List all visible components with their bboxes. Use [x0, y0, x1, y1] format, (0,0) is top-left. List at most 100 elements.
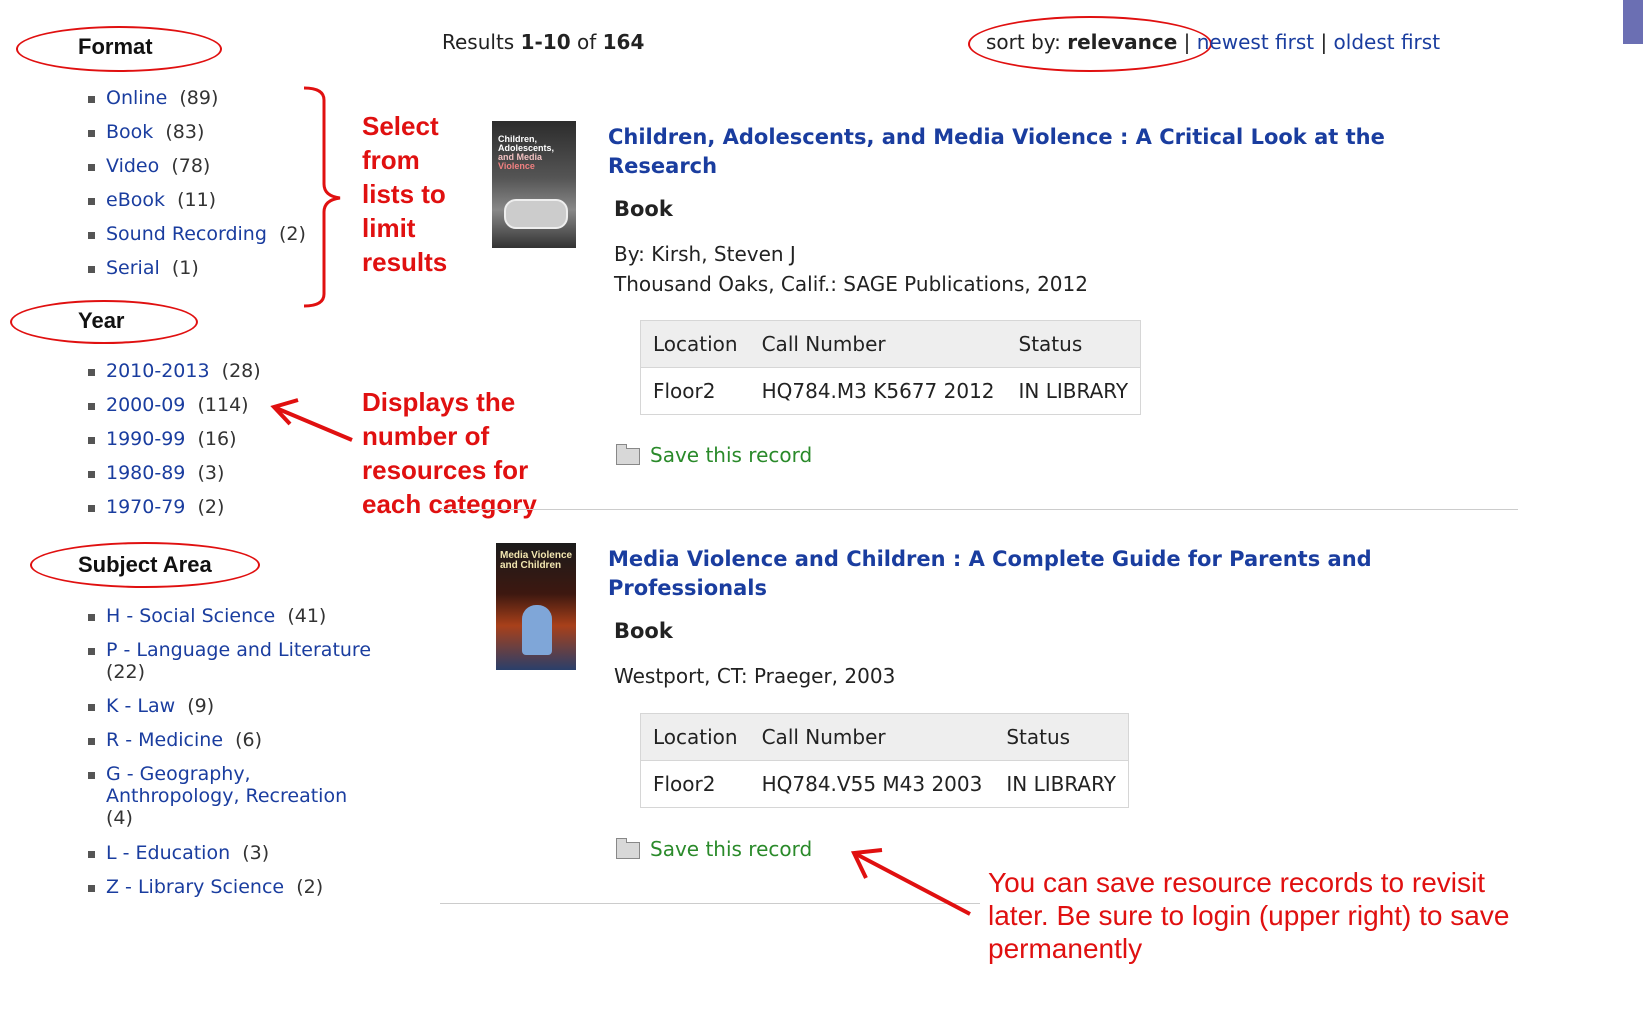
- facet-link[interactable]: 1970-79: [106, 496, 185, 518]
- facet-count: (11): [177, 189, 217, 211]
- facet-count: (2): [197, 496, 225, 518]
- title-line[interactable]: Research: [608, 152, 1385, 181]
- annotation-bracket: [303, 86, 341, 308]
- facet-link[interactable]: Book: [106, 121, 153, 143]
- sort-newest-link[interactable]: newest first: [1197, 30, 1314, 54]
- status-cell: IN LIBRARY: [1018, 379, 1129, 403]
- facet-heading-format: Format: [78, 34, 153, 59]
- title-line[interactable]: Professionals: [608, 574, 1372, 603]
- facet-item[interactable]: Sound Recording (2): [84, 223, 306, 257]
- facet-item[interactable]: K - Law (9): [84, 695, 384, 729]
- title-line[interactable]: Media Violence and Children : A Complete…: [608, 545, 1372, 574]
- facet-item[interactable]: L - Education (3): [84, 842, 384, 876]
- facet-link[interactable]: L - Education: [106, 842, 230, 864]
- sort-oldest-link[interactable]: oldest first: [1334, 30, 1441, 54]
- column-header: Location: [640, 320, 750, 368]
- annotation-save-note: You can save resource records to revisit…: [988, 866, 1509, 965]
- annotation-arrow-save: [850, 848, 971, 916]
- divider: [440, 509, 1518, 510]
- save-record-button[interactable]: Save this record: [616, 443, 812, 467]
- facet-count: (6): [235, 729, 263, 751]
- call-number-cell: HQ784.V55 M43 2003: [761, 772, 983, 796]
- facet-count: (3): [242, 842, 270, 864]
- facet-item[interactable]: 1970-79 (2): [84, 496, 261, 530]
- record-author: By: Kirsh, Steven J: [614, 242, 796, 266]
- facet-count: (1): [171, 257, 199, 279]
- annotation-line: number of: [362, 421, 490, 451]
- facet-link[interactable]: 2000-09: [106, 394, 185, 416]
- holdings-header-row: Location Call Number Status: [640, 713, 1129, 761]
- record-meta: Westport, CT: Praeger, 2003: [614, 661, 895, 691]
- sort-separator: |: [1177, 30, 1197, 54]
- cover-title: Media Violence and Children: [500, 551, 572, 571]
- facet-count: (3): [197, 462, 225, 484]
- record-publisher: Westport, CT: Praeger, 2003: [614, 664, 896, 688]
- save-record-label[interactable]: Save this record: [650, 837, 812, 861]
- facet-item[interactable]: H - Social Science (41): [84, 605, 384, 639]
- book-cover[interactable]: Media Violence and Children: [496, 543, 576, 670]
- facet-list-year: 2010-2013 (28) 2000-09 (114) 1990-99 (16…: [84, 360, 261, 530]
- facet-item[interactable]: 2000-09 (114): [84, 394, 261, 428]
- column-header: Call Number: [749, 320, 1007, 368]
- results-count: Results 1-10 of 164: [442, 30, 644, 54]
- location-cell: Floor2: [653, 772, 716, 796]
- facet-item[interactable]: 1990-99 (16): [84, 428, 261, 462]
- facet-count: (114): [197, 394, 249, 416]
- table-row: Floor2 HQ784.M3 K5677 2012 IN LIBRARY: [641, 368, 1141, 415]
- record-title-link[interactable]: Children, Adolescents, and Media Violenc…: [608, 123, 1385, 181]
- facet-link[interactable]: Z - Library Science: [106, 876, 284, 898]
- facet-count: (28): [221, 360, 261, 382]
- facet-item[interactable]: eBook (11): [84, 189, 306, 223]
- facet-link[interactable]: H - Social Science: [106, 605, 275, 627]
- cover-line: and Children: [500, 560, 562, 571]
- facet-link[interactable]: eBook: [106, 189, 165, 211]
- facet-count: (9): [187, 695, 215, 717]
- facet-link[interactable]: P - Language and Literature: [106, 639, 371, 661]
- facet-item[interactable]: 1980-89 (3): [84, 462, 261, 496]
- annotation-line: lists to: [362, 179, 446, 209]
- facet-item[interactable]: Book (83): [84, 121, 306, 155]
- facet-count: (41): [287, 605, 327, 627]
- facet-count: (4): [106, 807, 133, 829]
- facet-item[interactable]: 2010-2013 (28): [84, 360, 261, 394]
- results-range: 1-10: [520, 30, 571, 54]
- annotation-line: resources for: [362, 455, 529, 485]
- facet-link[interactable]: R - Medicine: [106, 729, 223, 751]
- column-header: Status: [1006, 320, 1141, 368]
- facet-count: (16): [197, 428, 237, 450]
- facet-count: (2): [296, 876, 324, 898]
- cover-line: Violence: [498, 161, 535, 171]
- save-record-label[interactable]: Save this record: [650, 443, 812, 467]
- facet-item[interactable]: Z - Library Science (2): [84, 876, 384, 910]
- facet-item[interactable]: Serial (1): [84, 257, 306, 291]
- facet-link[interactable]: K - Law: [106, 695, 175, 717]
- record-publisher: Thousand Oaks, Calif.: SAGE Publications…: [614, 272, 1088, 296]
- facet-item[interactable]: Video (78): [84, 155, 306, 189]
- facet-link[interactable]: Video: [106, 155, 159, 177]
- holdings-header-row: Location Call Number Status: [640, 320, 1141, 368]
- annotation-line: permanently: [988, 933, 1143, 964]
- location-cell: Floor2: [653, 379, 716, 403]
- annotation-line: from: [362, 145, 420, 175]
- facet-link[interactable]: Online: [106, 87, 167, 109]
- facet-item[interactable]: R - Medicine (6): [84, 729, 384, 763]
- sort-separator: |: [1314, 30, 1334, 54]
- facet-link[interactable]: 1980-89: [106, 462, 185, 484]
- facet-link[interactable]: G - Geography, Anthropology, Recreation: [106, 763, 347, 807]
- facet-link[interactable]: Sound Recording: [106, 223, 267, 245]
- facet-item[interactable]: Online (89): [84, 87, 306, 121]
- book-cover[interactable]: Children, Adolescents, and Media Violenc…: [492, 121, 576, 248]
- annotation-arrow-counts: [270, 398, 353, 442]
- facet-link[interactable]: 1990-99: [106, 428, 185, 450]
- status-cell: IN LIBRARY: [1006, 772, 1116, 796]
- facet-item[interactable]: P - Language and Literature (22): [84, 639, 384, 695]
- record-title-link[interactable]: Media Violence and Children : A Complete…: [608, 545, 1372, 603]
- facet-count: (78): [171, 155, 211, 177]
- facet-link[interactable]: Serial: [106, 257, 160, 279]
- holdings-table: Location Call Number Status Floor2 HQ784…: [640, 320, 1142, 415]
- title-line[interactable]: Children, Adolescents, and Media Violenc…: [608, 123, 1385, 152]
- holdings-table: Location Call Number Status Floor2 HQ784…: [640, 713, 1129, 808]
- save-record-button[interactable]: Save this record: [616, 837, 812, 861]
- facet-link[interactable]: 2010-2013: [106, 360, 210, 382]
- facet-item[interactable]: G - Geography, Anthropology, Recreation …: [84, 763, 366, 842]
